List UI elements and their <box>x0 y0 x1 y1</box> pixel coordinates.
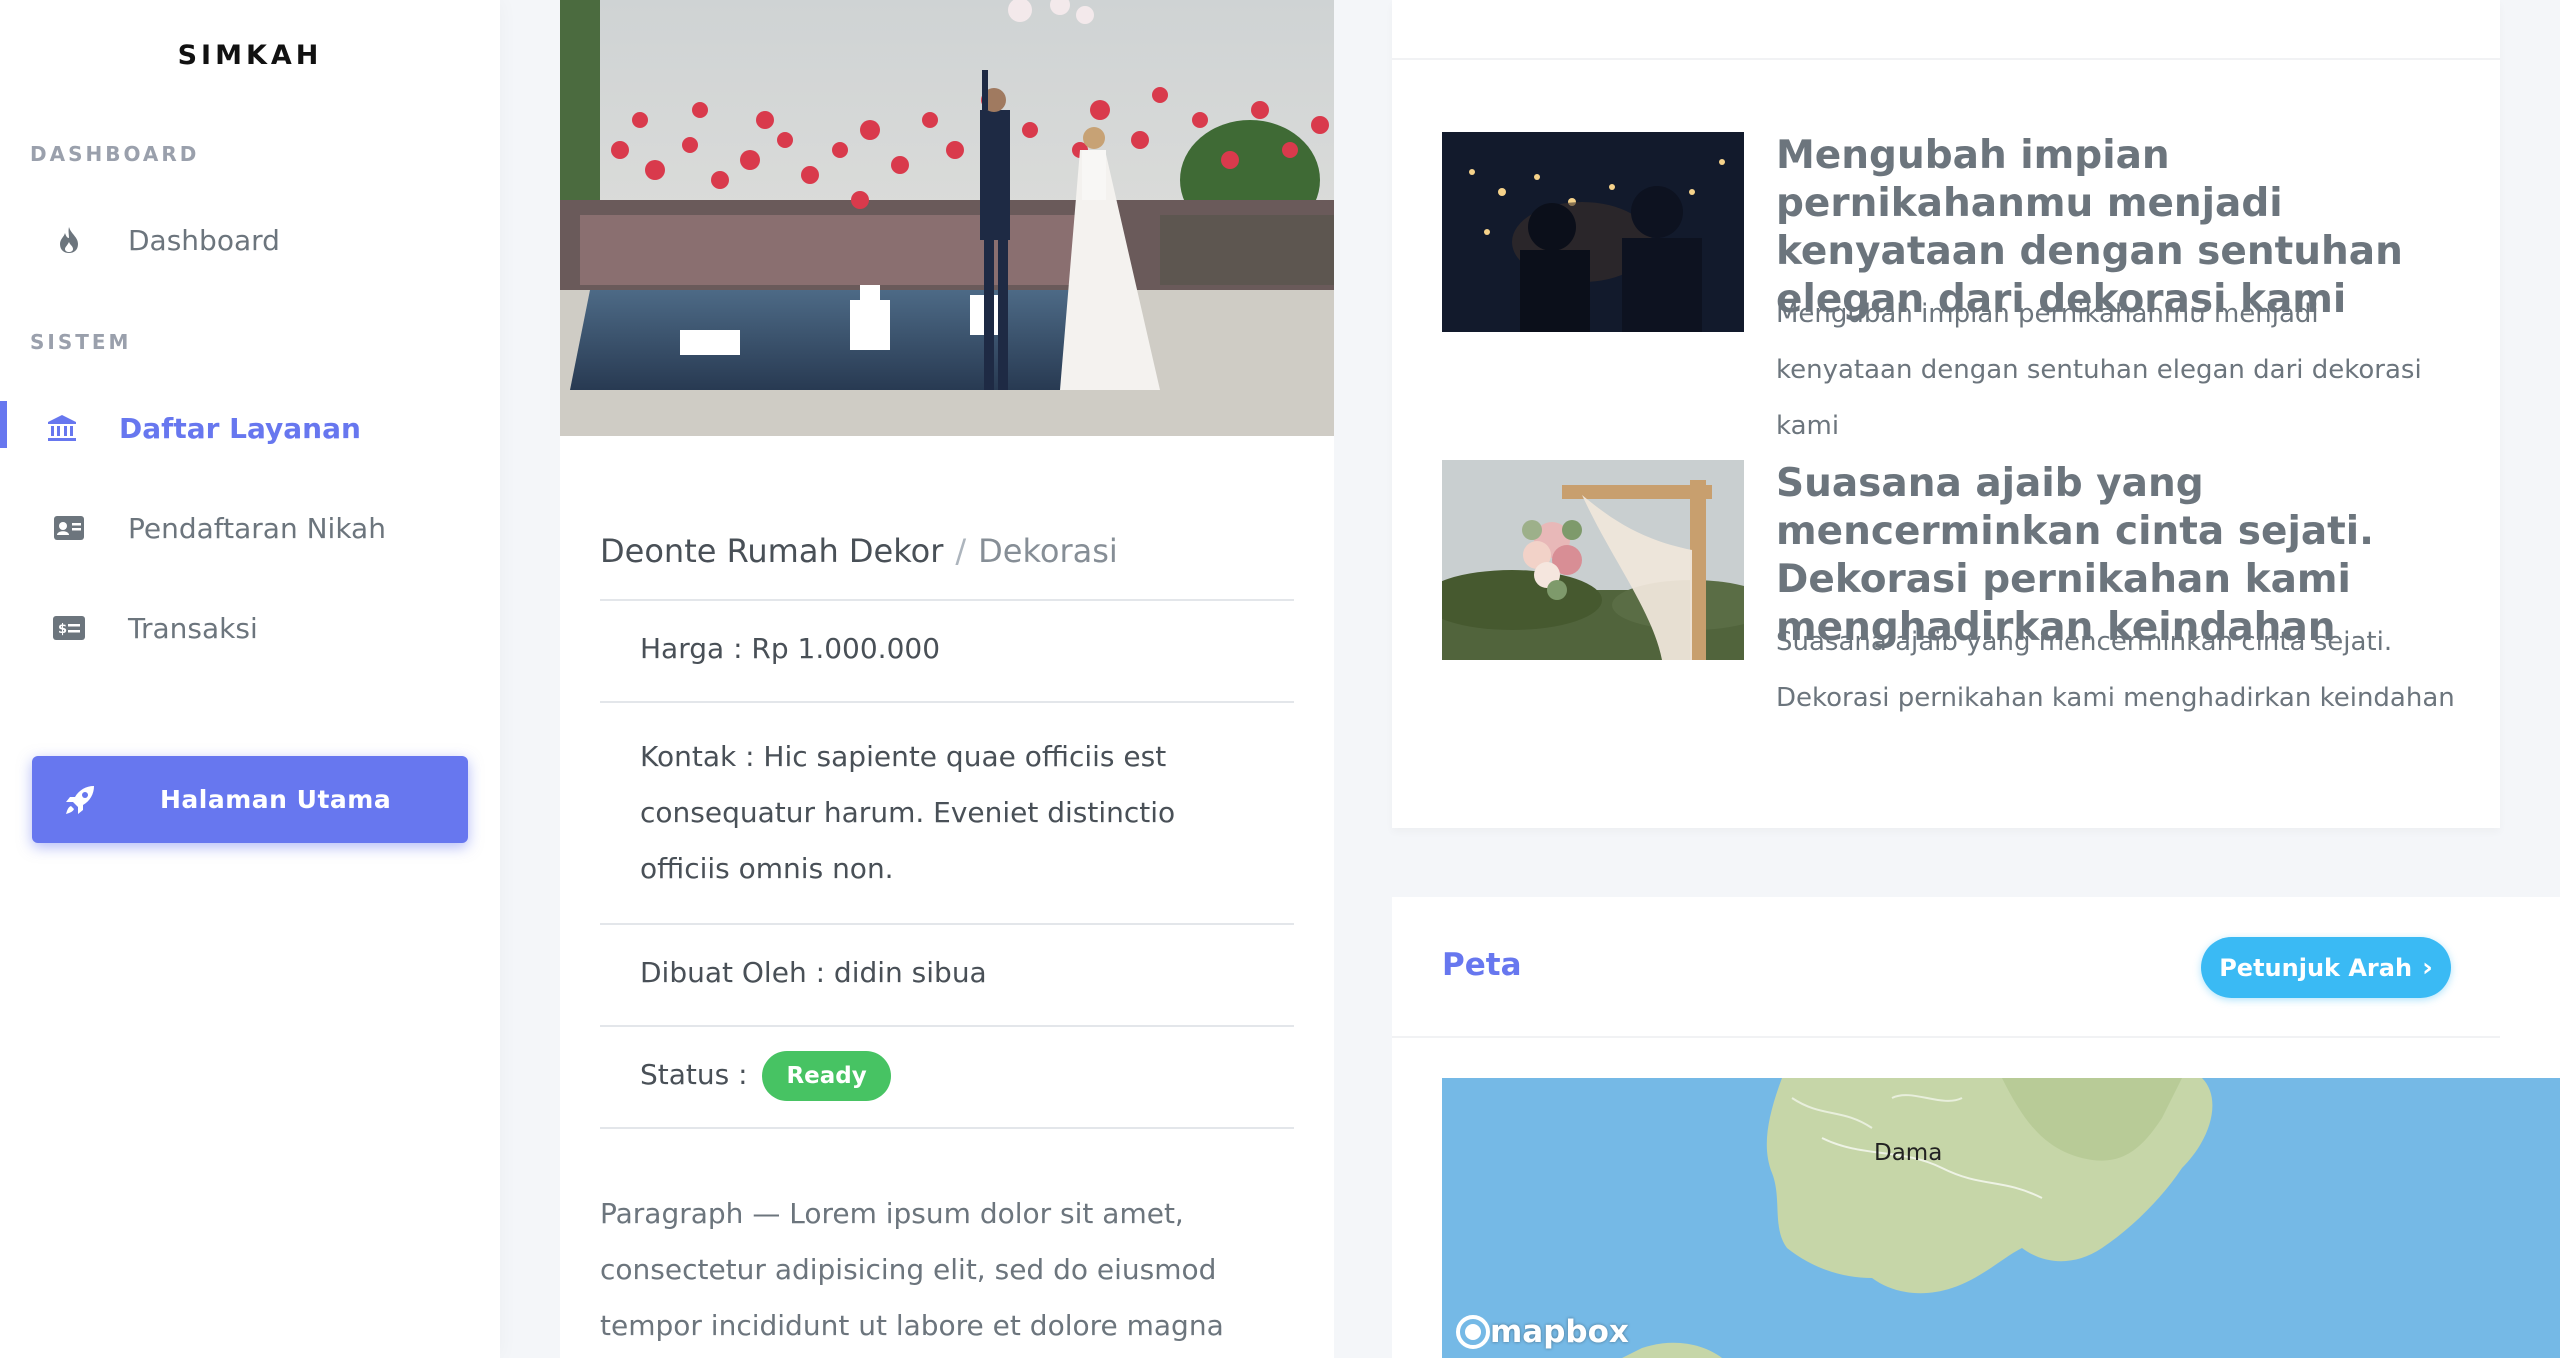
money-check-icon: $ <box>52 611 86 645</box>
category-name: Dekorasi <box>978 532 1118 570</box>
article-description: Suasana ajaib yang mencerminkan cinta se… <box>1776 627 2455 713</box>
mapbox-wordmark: mapbox <box>1490 1314 1629 1350</box>
home-button-label: Halaman Utama <box>160 785 392 814</box>
sidebar-item-dashboard[interactable]: Dashboard <box>0 205 500 275</box>
chevron-right-icon: › <box>2422 952 2433 983</box>
home-button[interactable]: Halaman Utama <box>32 756 468 843</box>
sidebar-item-label: Dashboard <box>128 223 280 257</box>
breadcrumb-separator: / <box>955 532 967 570</box>
map-card: Peta Petunjuk Arah › Dama mapbox <box>1392 897 2560 1358</box>
menu-header-dashboard: DASHBOARD <box>30 142 200 166</box>
brand-logo[interactable]: SIMKAH <box>0 40 500 71</box>
menu-header-sistem: SISTEM <box>30 330 132 354</box>
sidebar-item-pendaftaran-nikah[interactable]: Pendaftaran Nikah <box>0 493 500 563</box>
directions-button[interactable]: Petunjuk Arah › <box>2201 937 2451 998</box>
svg-text:$: $ <box>58 622 67 637</box>
wedding-hero-image <box>560 0 1334 436</box>
map-title: Peta <box>1442 947 1522 983</box>
status-badge: Ready <box>762 1051 891 1101</box>
card-divider <box>1392 58 2500 60</box>
sidebar-item-label: Pendaftaran Nikah <box>128 511 386 545</box>
articles-card: Mengubah impian pernikahanmu menjadi ken… <box>1392 0 2500 828</box>
description-paragraph: Paragraph — Lorem ipsum dolor sit amet, … <box>600 1197 1224 1342</box>
status-label: Status : <box>640 1058 748 1091</box>
sidebar: SIMKAH DASHBOARD Dashboard SISTEM Daftar… <box>0 0 500 1358</box>
article-thumbnail[interactable] <box>1442 132 1744 332</box>
breadcrumb: Deonte Rumah Dekor / Dekorasi <box>600 532 1118 570</box>
sidebar-item-transaksi[interactable]: $ Transaksi <box>0 593 500 663</box>
price-item: Harga : Rp 1.000.000 <box>600 599 1294 701</box>
article-description: Mengubah impian pernikahanmu menjadi ken… <box>1776 299 2422 441</box>
sidebar-item-label: Daftar Layanan <box>119 411 361 445</box>
bank-icon <box>45 411 79 445</box>
detail-info-list: Harga : Rp 1.000.000 Kontak : Hic sapien… <box>600 599 1294 1129</box>
status-item: Status : Ready <box>600 1025 1294 1129</box>
service-detail-card: Deonte Rumah Dekor / Dekorasi Harga : Rp 1… <box>560 0 1334 1358</box>
id-card-icon <box>52 511 86 545</box>
map-place-label: Dama <box>1874 1140 1943 1166</box>
fire-icon <box>52 223 86 257</box>
article-thumbnail[interactable] <box>1442 460 1744 660</box>
card-divider <box>1392 1036 2500 1038</box>
mapbox-icon <box>1456 1315 1490 1349</box>
map-view[interactable]: Dama mapbox <box>1442 1078 2560 1358</box>
rocket-icon <box>60 780 100 820</box>
vendor-name[interactable]: Deonte Rumah Dekor <box>600 532 943 570</box>
sidebar-item-label: Transaksi <box>128 611 258 645</box>
created-by-item: Dibuat Oleh : didin sibua <box>600 923 1294 1025</box>
contact-item: Kontak : Hic sapiente quae officiis est … <box>600 701 1294 923</box>
mapbox-logo[interactable]: mapbox <box>1456 1314 1629 1350</box>
sidebar-item-daftar-layanan[interactable]: Daftar Layanan <box>0 393 500 463</box>
directions-button-label: Petunjuk Arah <box>2219 953 2413 982</box>
